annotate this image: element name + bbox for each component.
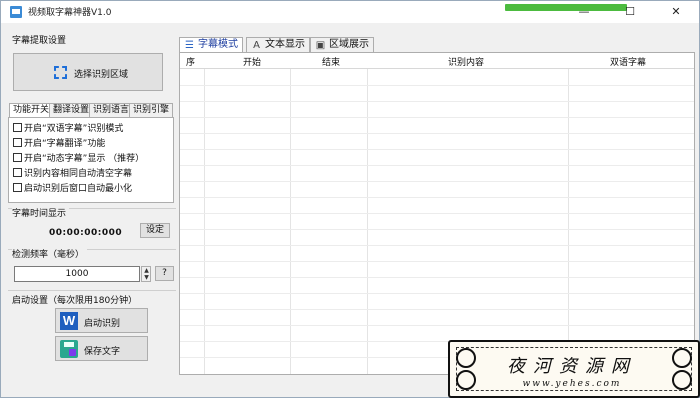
window-title: 视频取字幕神器V1.0: [28, 8, 112, 18]
frequency-input[interactable]: 1000: [14, 266, 140, 282]
watermark-url: www.yehes.com: [522, 379, 622, 389]
frequency-title: 检测频率（毫秒）: [12, 247, 88, 260]
feature-switches-panel: 开启“双语字幕”识别模式 开启“字幕翻译”功能 开启“动态字幕”显示 （推荐） …: [8, 117, 174, 203]
row-divider: [180, 85, 694, 86]
help-button[interactable]: ?: [155, 266, 174, 281]
row-divider: [180, 101, 694, 102]
frequency-stepper[interactable]: ▲ ▼: [141, 266, 151, 282]
row-divider: [180, 245, 694, 246]
row-divider: [180, 149, 694, 150]
start-settings-title: 启动设置（每次限用180分钟）: [12, 296, 138, 306]
column-header-end[interactable]: 结束: [322, 55, 340, 68]
start-recognition-button[interactable]: W 启动识别: [55, 308, 148, 333]
watermark-stamp: 夜河资源网 www.yehes.com: [448, 340, 700, 398]
ornament-icon: [456, 348, 476, 368]
checkbox[interactable]: [13, 123, 22, 132]
column-header-content[interactable]: 识别内容: [448, 55, 484, 68]
text-icon: A: [253, 40, 260, 51]
tab-text-display[interactable]: A 文本显示: [246, 37, 310, 53]
row-divider: [180, 213, 694, 214]
maximize-button[interactable]: ☐: [607, 1, 653, 23]
subtitle-grid[interactable]: 序 开始 结束 识别内容 双语字幕: [179, 52, 695, 375]
start-recognition-label: 启动识别: [84, 319, 121, 329]
row-divider: [180, 165, 694, 166]
column-header-start[interactable]: 开始: [243, 55, 261, 68]
option-label: 启动识别后窗口自动最小化: [24, 184, 133, 194]
app-icon: [10, 6, 22, 18]
checkbox[interactable]: [13, 153, 22, 162]
save-icon: [60, 340, 78, 358]
tab-label: 字幕模式: [198, 39, 238, 50]
option-label: 开启“动态字幕”显示 （推荐）: [24, 154, 145, 164]
row-divider: [180, 277, 694, 278]
grid-header: 序 开始 结束 识别内容 双语字幕: [180, 53, 694, 69]
tab-recognition-language[interactable]: 识别语言: [89, 103, 134, 118]
row-divider: [180, 181, 694, 182]
option-dynamic[interactable]: 开启“动态字幕”显示 （推荐）: [13, 153, 144, 166]
ornament-icon: [456, 370, 476, 390]
row-divider: [180, 293, 694, 294]
word-icon: W: [60, 312, 78, 330]
tab-label: 区域展示: [329, 39, 369, 50]
option-translate[interactable]: 开启“字幕翻译”功能: [13, 138, 105, 151]
column-header-index[interactable]: 序: [186, 55, 195, 68]
close-button[interactable]: ✕: [653, 1, 699, 23]
row-divider: [180, 117, 694, 118]
option-label: 识别内容相同自动清空字幕: [24, 169, 133, 179]
stepper-up-icon[interactable]: ▲: [143, 267, 150, 274]
minimize-button[interactable]: —: [561, 1, 607, 23]
option-label: 开启“字幕翻译”功能: [24, 139, 106, 149]
tab-region-preview[interactable]: ▣ 区域展示: [310, 37, 374, 53]
title-bar: 视频取字幕神器V1.0 — ☐ ✕: [1, 1, 699, 23]
set-time-button[interactable]: 设定: [140, 223, 170, 238]
divider: [8, 290, 176, 291]
save-text-label: 保存文字: [84, 347, 121, 357]
option-auto-clear[interactable]: 识别内容相同自动清空字幕: [13, 168, 132, 181]
row-divider: [180, 133, 694, 134]
column-header-bilingual[interactable]: 双语字幕: [610, 55, 646, 68]
row-divider: [180, 325, 694, 326]
row-divider: [180, 197, 694, 198]
list-icon: ☰: [185, 40, 194, 51]
stepper-down-icon[interactable]: ▼: [143, 274, 150, 281]
tab-label: 文本显示: [265, 39, 305, 50]
option-label: 开启“双语字幕”识别模式: [24, 124, 124, 134]
ornament-icon: [672, 370, 692, 390]
extract-settings-title: 字幕提取设置: [12, 36, 67, 46]
time-display-title: 字幕时间显示: [12, 206, 70, 219]
tab-recognition-engine[interactable]: 识别引擎: [129, 103, 174, 118]
checkbox[interactable]: [13, 168, 22, 177]
option-bilingual[interactable]: 开启“双语字幕”识别模式: [13, 123, 123, 136]
checkbox[interactable]: [13, 183, 22, 192]
checkbox[interactable]: [13, 138, 22, 147]
main-window: 视频取字幕神器V1.0 — ☐ ✕ 字幕提取设置 选择识别区域 功能开关 翻译设…: [0, 0, 700, 398]
row-divider: [180, 261, 694, 262]
region-icon: ▣: [315, 40, 326, 51]
watermark-title: 夜河资源网: [507, 356, 637, 377]
select-region-label: 选择识别区域: [74, 70, 129, 80]
ornament-icon: [672, 348, 692, 368]
tab-translation-settings[interactable]: 翻译设置: [49, 103, 94, 118]
row-divider: [180, 309, 694, 310]
select-region-button[interactable]: 选择识别区域: [13, 53, 163, 91]
row-divider: [180, 229, 694, 230]
time-readout: 00:00:00:000: [49, 228, 123, 238]
option-auto-minimize[interactable]: 启动识别后窗口自动最小化: [13, 183, 132, 196]
selection-icon: [54, 66, 67, 79]
save-text-button[interactable]: 保存文字: [55, 336, 148, 361]
